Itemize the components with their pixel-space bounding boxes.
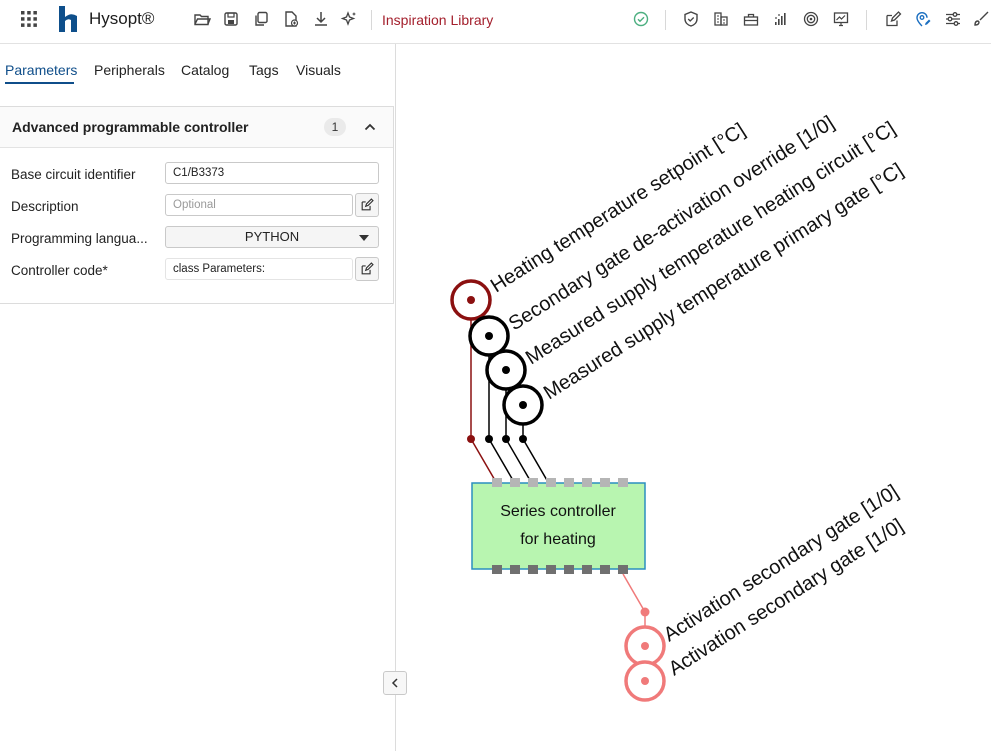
description-edit-button[interactable]: [355, 193, 379, 217]
building-icon[interactable]: [710, 8, 732, 30]
input-sensor-deactivation-override[interactable]: [468, 315, 510, 357]
panel-tabs: Parameters Peripherals Catalog Tags Visu…: [0, 44, 395, 90]
shield-icon[interactable]: [680, 8, 702, 30]
new-file-icon[interactable]: [280, 8, 302, 30]
brand-name: Hysopt®: [89, 9, 155, 28]
open-folder-icon[interactable]: [191, 8, 213, 30]
card-header[interactable]: Advanced programmable controller 1: [0, 107, 393, 148]
programming-language-select[interactable]: PYTHON: [165, 226, 379, 248]
top-toolbar: Hysopt® Inspiration Library: [0, 0, 991, 44]
tab-tags[interactable]: Tags: [249, 62, 279, 78]
base-circuit-identifier-label: Base circuit identifier: [11, 167, 136, 182]
copy-icon[interactable]: [250, 8, 272, 30]
chart-dots-icon[interactable]: [770, 8, 792, 30]
target-icon[interactable]: [800, 8, 822, 30]
output-actuator-secondary-gate-1[interactable]: [624, 625, 666, 667]
diagram-canvas[interactable]: Heating temperature setpoint [°C] Second…: [396, 45, 991, 751]
properties-panel: Parameters Peripherals Catalog Tags Visu…: [0, 44, 396, 751]
collapse-button[interactable]: [360, 117, 380, 137]
toolbar-divider: [866, 10, 867, 30]
edit-icon: [361, 262, 374, 275]
tab-catalog[interactable]: Catalog: [181, 62, 229, 78]
controller-label-line2: for heating: [520, 531, 596, 548]
description-input[interactable]: Optional: [165, 194, 353, 216]
chevron-up-icon: [364, 123, 376, 131]
toolbox-icon[interactable]: [740, 8, 762, 30]
tab-visuals[interactable]: Visuals: [296, 62, 341, 78]
download-icon[interactable]: [310, 8, 332, 30]
active-tab-indicator: [5, 82, 74, 84]
programming-language-value: PYTHON: [244, 229, 300, 244]
toolbar-divider: [665, 10, 666, 30]
programming-language-label: Programming langua...: [11, 231, 148, 246]
apps-grid-icon[interactable]: [18, 8, 40, 30]
output-actuator-secondary-gate-2[interactable]: [624, 660, 666, 702]
card-title: Advanced programmable controller: [12, 119, 249, 135]
output-label-secondary-gate-1: Activation secondary gate [1/0]: [660, 481, 902, 647]
controller-code-label: Controller code*: [11, 263, 108, 278]
tab-peripherals[interactable]: Peripherals: [94, 62, 165, 78]
input-sensor-supply-temp-heating[interactable]: [485, 349, 527, 391]
output-label-secondary-gate-2: Activation secondary gate [1/0]: [665, 515, 907, 681]
parameters-card: Advanced programmable controller 1 Base …: [0, 106, 394, 304]
sparkle-icon[interactable]: [338, 8, 360, 30]
tab-parameters[interactable]: Parameters: [5, 62, 77, 78]
base-circuit-identifier-input[interactable]: C1/B3373: [165, 162, 379, 184]
input-sensor-supply-temp-primary[interactable]: [502, 384, 544, 426]
check-circle-icon[interactable]: [630, 8, 652, 30]
series-controller-block[interactable]: Series controller for heating: [471, 478, 646, 574]
controller-code-input[interactable]: class Parameters:: [165, 258, 353, 280]
edit-icon: [361, 198, 374, 211]
edit-icon[interactable]: [882, 8, 904, 30]
hysopt-logo-icon[interactable]: [57, 5, 83, 33]
caret-down-icon: [359, 235, 369, 241]
description-label: Description: [11, 199, 79, 214]
brush-icon[interactable]: [970, 8, 991, 30]
controller-label-line1: Series controller: [500, 503, 616, 520]
count-badge: 1: [324, 118, 346, 136]
sliders-icon[interactable]: [942, 8, 964, 30]
monitor-chart-icon[interactable]: [830, 8, 852, 30]
toolbar-divider: [371, 10, 372, 30]
controller-code-edit-button[interactable]: [355, 257, 379, 281]
location-edit-icon[interactable]: [912, 8, 934, 30]
save-icon[interactable]: [220, 8, 242, 30]
input-sensor-heating-setpoint[interactable]: [450, 279, 492, 321]
inspiration-library-link[interactable]: Inspiration Library: [382, 12, 493, 28]
